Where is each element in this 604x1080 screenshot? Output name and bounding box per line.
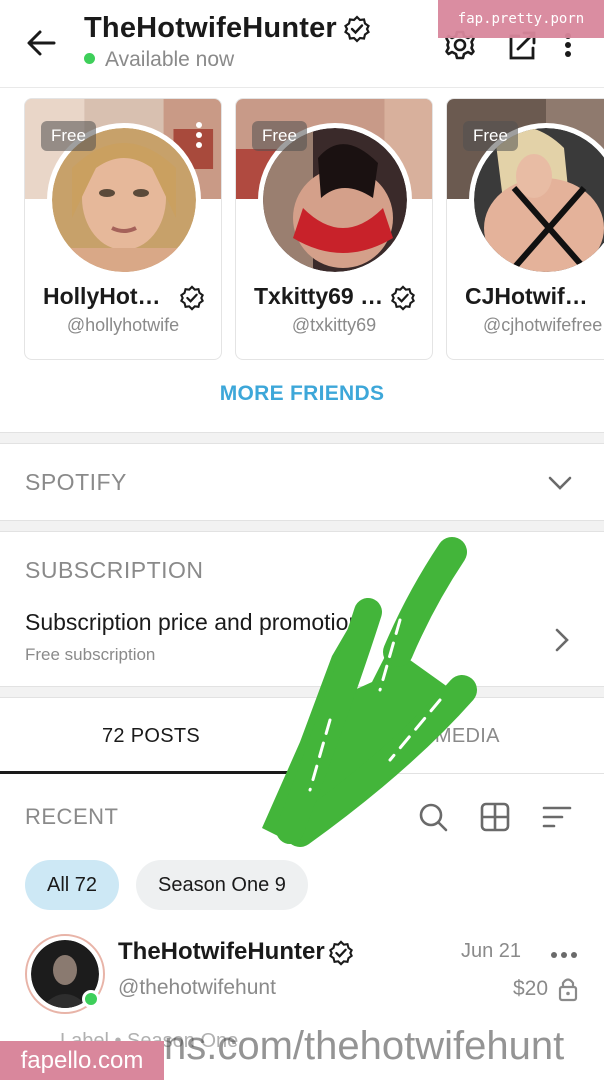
overlay-url-text: ns.com/thehotwifehunt — [164, 1024, 565, 1068]
filter-all-pill[interactable]: All 72 — [25, 860, 120, 910]
chevron-down-icon[interactable] — [546, 469, 574, 497]
verified-icon — [329, 940, 353, 966]
tab-media[interactable]: 72 MEDIA — [302, 700, 604, 774]
tab-posts[interactable]: 72 POSTS — [0, 700, 302, 774]
section-divider — [0, 520, 604, 532]
subscription-section-title: SUBSCRIPTION — [25, 557, 204, 583]
online-dot — [84, 52, 95, 64]
online-indicator — [82, 990, 100, 1008]
post-author-handle: @thehotwifehunt — [118, 976, 276, 999]
availability-status: Available now — [84, 48, 234, 72]
profile-title: TheHotwifeHunter — [84, 12, 337, 44]
post-author-name[interactable]: TheHotwifeHunter — [118, 938, 325, 966]
sort-icon[interactable] — [541, 801, 573, 833]
friend-name: Txkitty69 … — [254, 283, 384, 309]
friends-carousel[interactable]: Free HollyHot… @hollyhotwife Free Txkitt… — [0, 98, 604, 360]
friend-name: HollyHot… — [43, 283, 161, 309]
friend-handle: @txkitty69 — [291, 315, 377, 335]
section-divider — [0, 432, 604, 444]
free-badge: Free — [252, 121, 307, 151]
more-friends-link[interactable]: MORE FRIENDS — [0, 382, 604, 406]
free-badge: Free — [463, 121, 518, 151]
grid-view-icon[interactable] — [479, 801, 511, 833]
verified-icon — [344, 14, 371, 43]
free-badge: Free — [41, 121, 96, 151]
spotify-section-title[interactable]: SPOTIFY — [25, 469, 127, 496]
post-date: Jun 21 — [461, 940, 522, 962]
friend-card-txkitty[interactable]: Free Txkitty69 … @txkitty69 — [235, 98, 433, 360]
friend-name: CJHotwif… — [465, 283, 588, 309]
post-price: $20 — [513, 977, 549, 1000]
lock-icon — [558, 978, 578, 1002]
content-tabs: 72 POSTS 72 MEDIA — [0, 700, 604, 774]
friend-handle: @hollyhotwife — [66, 315, 180, 335]
back-arrow-icon[interactable] — [24, 26, 58, 60]
status-text: Available now — [105, 48, 235, 71]
watermark-bottom: fapello.com — [0, 1041, 164, 1080]
friend-card-holly[interactable]: Free HollyHot… @hollyhotwife — [24, 98, 222, 360]
more-horizontal-icon[interactable] — [550, 951, 578, 959]
chevron-right-icon[interactable] — [548, 626, 576, 654]
subscription-row-subtitle: Free subscription — [25, 645, 156, 664]
verified-icon — [391, 285, 415, 311]
subscription-row-title[interactable]: Subscription price and promotions — [25, 609, 373, 636]
title-wrap: TheHotwifeHunter — [84, 12, 371, 45]
friend-handle: @cjhotwifefree — [483, 315, 603, 335]
watermark-top: fap.pretty.porn — [438, 0, 604, 38]
search-icon[interactable] — [417, 801, 449, 833]
verified-icon — [180, 285, 204, 311]
section-divider — [0, 686, 604, 698]
card-more-icon[interactable] — [195, 121, 203, 149]
friend-card-cjhotwife[interactable]: Free CJHotwif… @cjhotwifefree — [446, 98, 604, 360]
filter-season-pill[interactable]: Season One 9 — [136, 860, 308, 910]
recent-title: RECENT — [25, 804, 119, 829]
